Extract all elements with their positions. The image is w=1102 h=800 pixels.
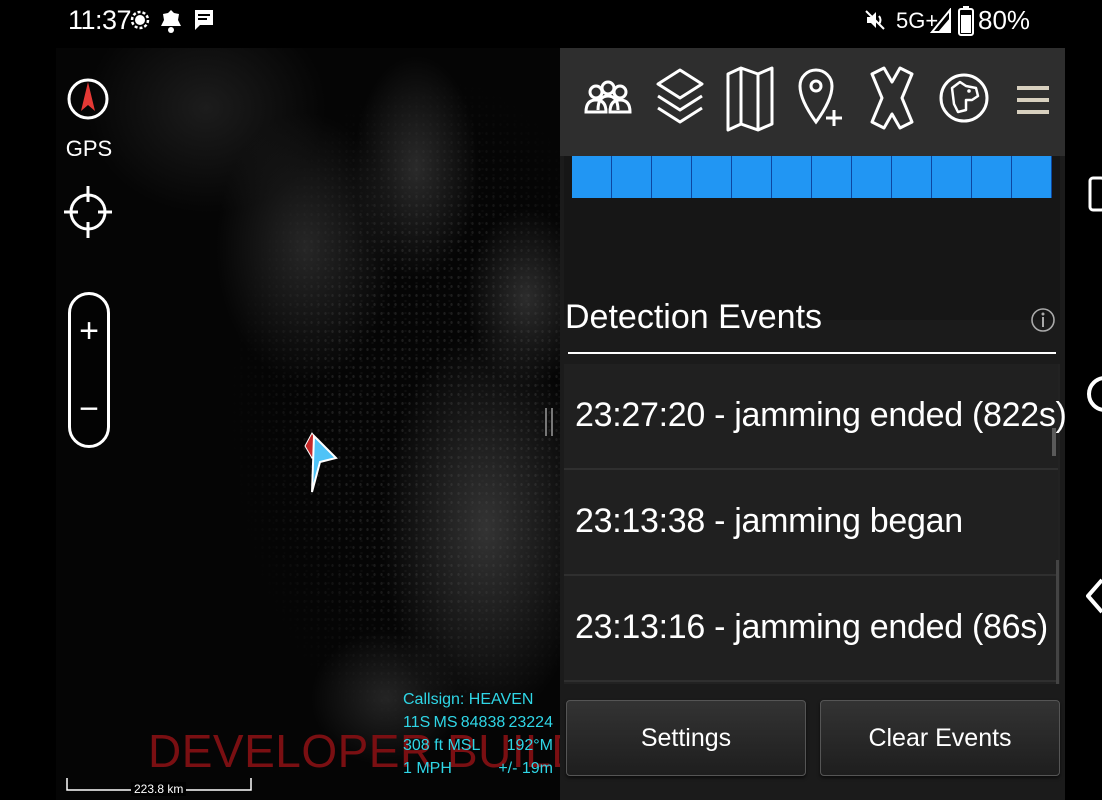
spectrum-cell	[612, 156, 652, 198]
spectrum-bar	[572, 156, 1052, 198]
center-location-button[interactable]	[64, 176, 112, 253]
title-divider	[568, 352, 1056, 354]
home-button[interactable]	[1085, 374, 1102, 419]
overflow-menu-button[interactable]	[1005, 60, 1061, 140]
zoom-out-button[interactable]: −	[71, 379, 107, 439]
events-list[interactable]: 23:27:20 - jamming ended (822s) 23:13:38…	[564, 364, 1067, 684]
spectrum-cell	[1012, 156, 1052, 198]
panel-scrollbar[interactable]	[1056, 560, 1059, 684]
zoom-control: + −	[68, 292, 110, 448]
event-text: 23:13:38 - jamming began	[575, 502, 963, 540]
map-icon	[726, 66, 774, 132]
alert-dog-button[interactable]	[936, 60, 992, 140]
callsign-line: Callsign: HEAVEN	[403, 691, 534, 708]
spectrum-area	[564, 156, 1060, 320]
spectrum-cell	[692, 156, 732, 198]
battery-percent: 80%	[978, 5, 1031, 35]
event-row[interactable]: 23:13:38 - jamming began	[564, 470, 1058, 576]
battery-icon	[958, 6, 974, 41]
layers-icon	[656, 68, 704, 124]
spectrum-cell	[972, 156, 1012, 198]
mgrs-zone: 11S	[403, 714, 431, 731]
recents-button[interactable]	[1088, 176, 1102, 217]
layers-button[interactable]	[652, 60, 708, 140]
spectrum-cell	[732, 156, 772, 198]
mgrs-easting: 84838	[460, 714, 506, 731]
close-tool-button[interactable]	[864, 60, 920, 140]
self-marker[interactable]	[300, 428, 340, 499]
add-point-icon	[798, 68, 842, 126]
heading-value: 192°M	[506, 737, 553, 754]
mute-icon	[864, 8, 886, 37]
system-nav-bar	[1065, 42, 1102, 800]
toolbar	[560, 48, 1065, 156]
scale-label: 223.8 km	[131, 782, 187, 796]
accuracy-value: +/- 19m	[498, 760, 553, 777]
mgrs-northing: 23224	[508, 714, 553, 731]
message-icon	[193, 8, 215, 37]
mgrs-grid: MS	[433, 714, 458, 731]
notification-bell-icon	[159, 8, 183, 39]
clear-events-button[interactable]: Clear Events	[820, 700, 1060, 776]
spectrum-cell	[572, 156, 612, 198]
info-icon	[1031, 308, 1055, 332]
detection-events-title: Detection Events	[565, 298, 823, 336]
detection-panel: Detection Events 23:27:20 - jamming ende…	[560, 48, 1067, 800]
contacts-button[interactable]	[580, 60, 636, 140]
cell-signal-icon	[929, 7, 952, 39]
gps-label: GPS	[65, 136, 113, 161]
settings-button[interactable]: Settings	[566, 700, 806, 776]
self-info-overlay: Callsign: HEAVEN 11S MS 84838 23224 308 …	[403, 688, 553, 780]
speed-value: 1 MPH	[403, 760, 452, 777]
spectrum-cell	[772, 156, 812, 198]
signal-messenger-icon	[129, 8, 151, 37]
info-button[interactable]	[1031, 305, 1055, 340]
back-icon	[1086, 578, 1102, 614]
recents-icon	[1088, 176, 1102, 212]
contacts-icon	[584, 80, 632, 114]
spectrum-cell	[892, 156, 932, 198]
spectrum-cell	[812, 156, 852, 198]
panel-resize-handle[interactable]	[543, 408, 555, 441]
add-point-button[interactable]	[794, 60, 850, 140]
spectrum-cell	[652, 156, 692, 198]
event-text: 23:27:20 - jamming ended (822s)	[575, 396, 1067, 434]
event-text: 23:13:16 - jamming ended (86s)	[575, 608, 1048, 646]
spectrum-cell	[852, 156, 892, 198]
self-position-arrow-icon	[304, 431, 338, 493]
back-button[interactable]	[1086, 578, 1102, 619]
alert-dog-icon	[939, 73, 989, 123]
altitude-value: 308 ft MSL	[403, 737, 481, 754]
event-row[interactable]: 23:27:20 - jamming ended (822s)	[564, 364, 1067, 470]
status-bar: 11:37 5G+ 80%	[0, 0, 1102, 42]
altitude-heading-line: 308 ft MSL 192°M	[403, 734, 553, 757]
crosshair-icon	[64, 186, 112, 238]
zoom-in-button[interactable]: +	[71, 301, 107, 361]
compass-icon	[67, 78, 109, 120]
gps-compass-button[interactable]	[67, 67, 109, 131]
maps-button[interactable]	[722, 60, 778, 140]
spectrum-cell	[932, 156, 972, 198]
event-row[interactable]: 23:13:16 - jamming ended (86s)	[564, 576, 1058, 682]
events-scrollbar-thumb[interactable]	[1052, 428, 1056, 456]
close-tool-icon	[870, 66, 914, 130]
overflow-menu-icon	[1017, 86, 1049, 114]
mgrs-line: 11S MS 84838 23224	[403, 711, 553, 734]
speed-accuracy-line: 1 MPH +/- 19m	[403, 757, 553, 780]
home-icon	[1087, 376, 1102, 412]
status-time: 11:37	[68, 5, 132, 35]
